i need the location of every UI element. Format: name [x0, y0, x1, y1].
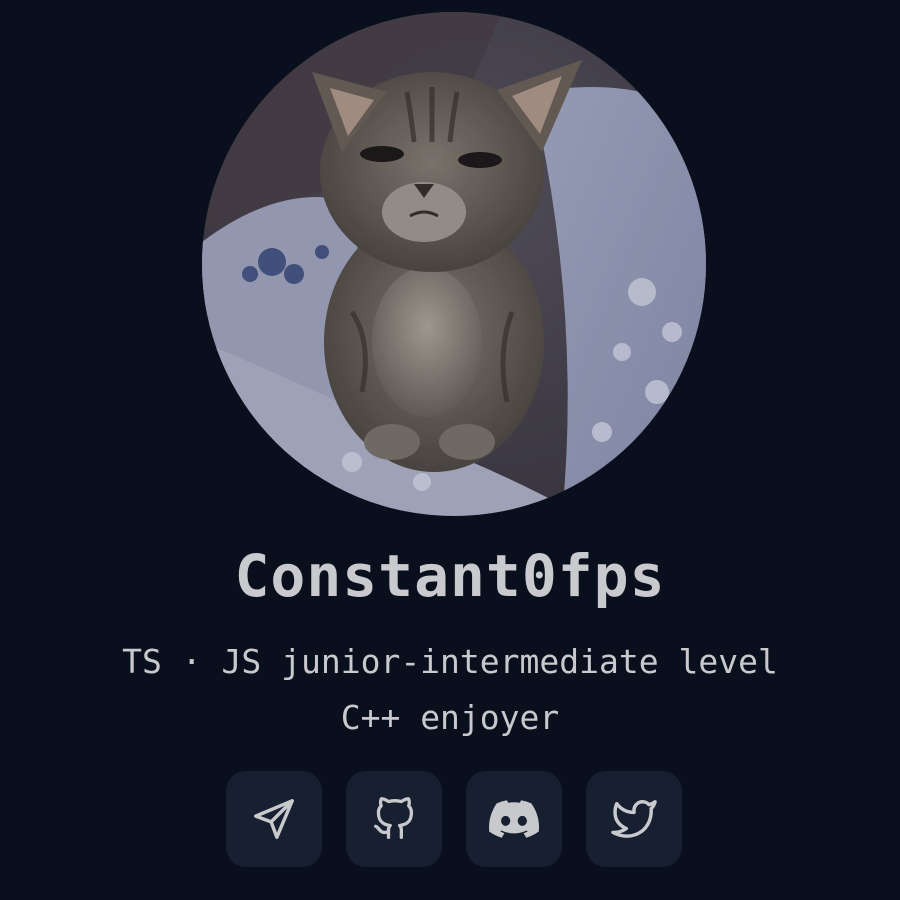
- telegram-button[interactable]: [226, 771, 322, 867]
- bio-line-2: C++ enjoyer: [340, 698, 560, 737]
- discord-button[interactable]: [466, 771, 562, 867]
- username: Constant0fps: [234, 542, 666, 610]
- github-button[interactable]: [346, 771, 442, 867]
- twitter-button[interactable]: [586, 771, 682, 867]
- avatar: [202, 12, 706, 516]
- bio-line-1: TS · JS junior-intermediate level: [122, 642, 778, 681]
- kitten-photo: [202, 12, 706, 516]
- profile-page: Constant0fps TS · JS junior-intermediate…: [0, 0, 900, 900]
- twitter-icon: [611, 796, 657, 842]
- social-links: [226, 771, 682, 867]
- telegram-send-icon: [251, 796, 297, 842]
- github-icon: [372, 797, 416, 841]
- discord-icon: [489, 799, 539, 839]
